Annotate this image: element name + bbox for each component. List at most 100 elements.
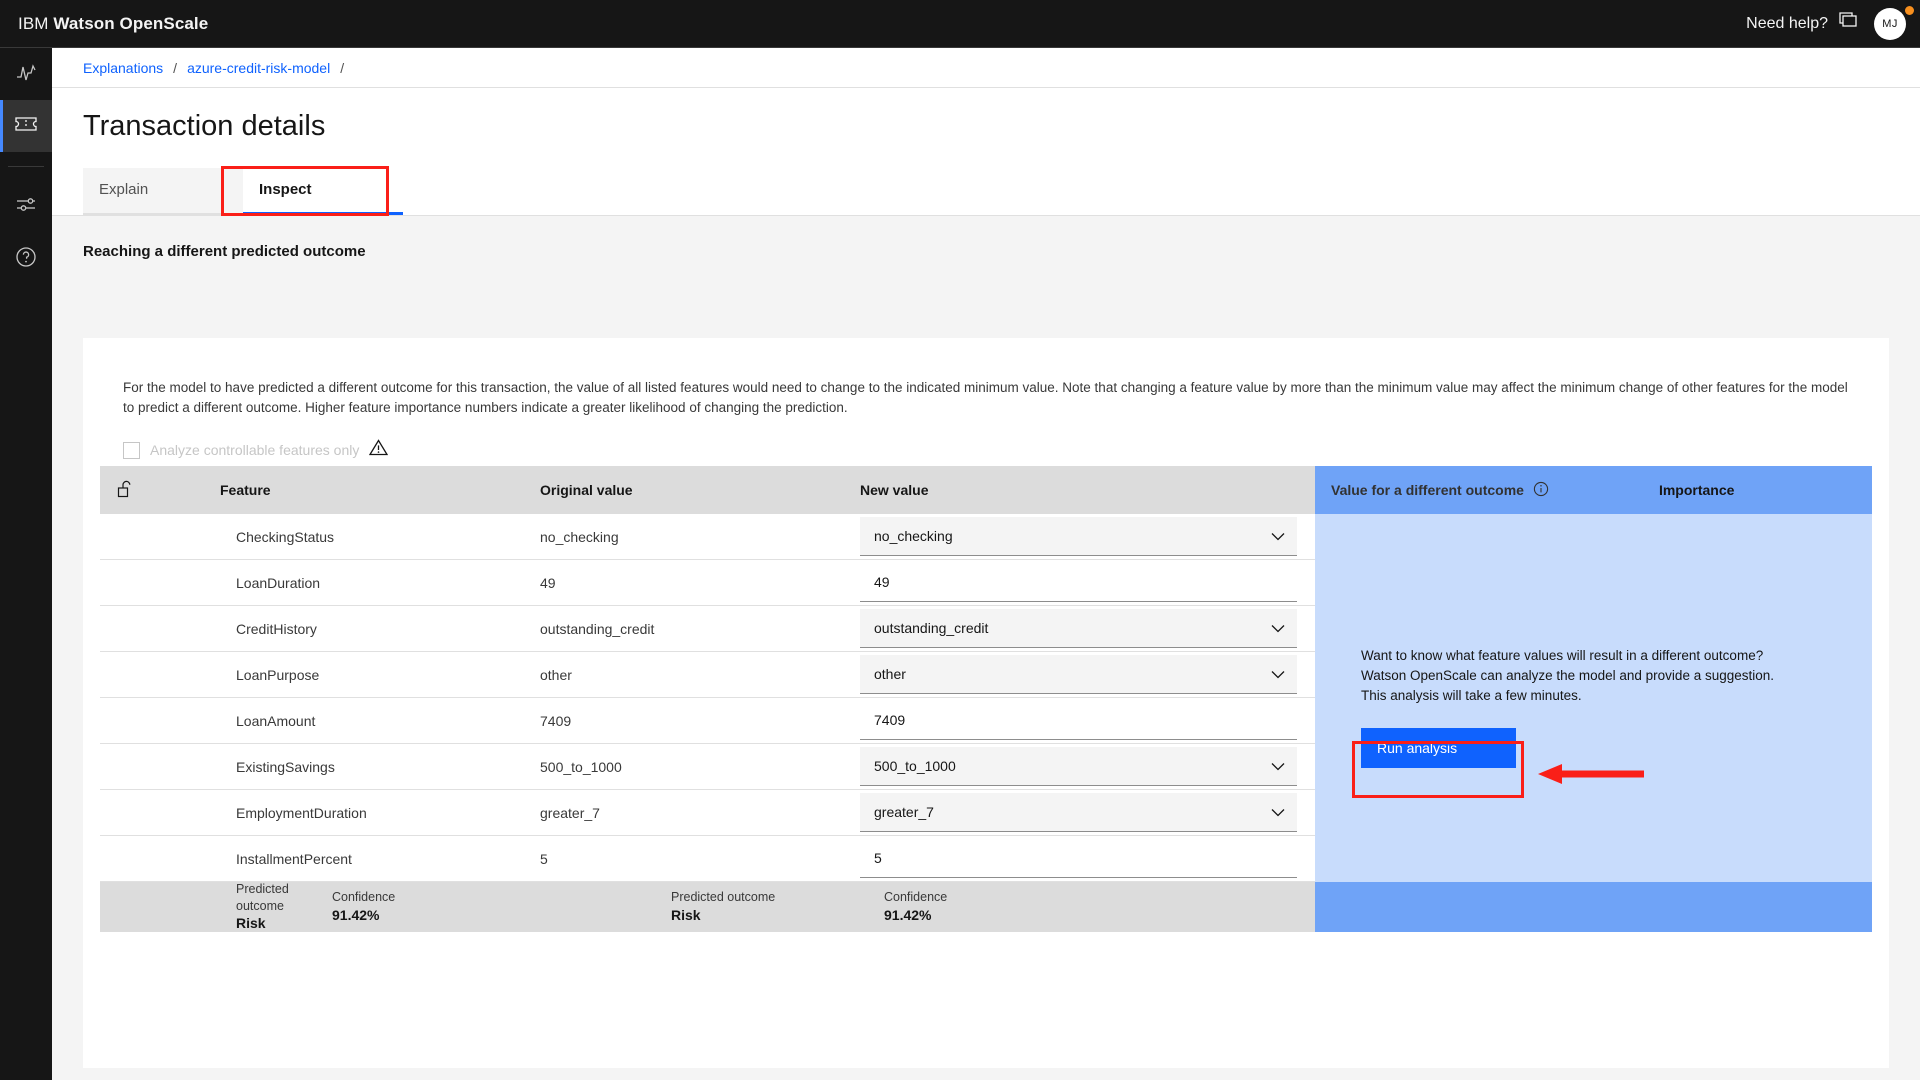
new-value-select[interactable]: 500_to_1000 bbox=[860, 747, 1297, 786]
new-value-input[interactable]: 7409 bbox=[860, 701, 1297, 740]
warning-triangle-icon[interactable] bbox=[369, 439, 388, 461]
table-row: CreditHistory outstanding_credit outstan… bbox=[100, 606, 1315, 652]
controllable-features-checkbox-row: Analyze controllable features only bbox=[83, 417, 1889, 461]
original-value: no_checking bbox=[540, 529, 860, 545]
user-avatar[interactable]: MJ bbox=[1874, 8, 1906, 40]
new-value-select-text: other bbox=[874, 666, 906, 682]
table-row: LoanPurpose other other bbox=[100, 652, 1315, 698]
new-value-select[interactable]: greater_7 bbox=[860, 793, 1297, 832]
sidebar-item-help[interactable] bbox=[0, 233, 52, 285]
section-description: For the model to have predicted a differ… bbox=[83, 338, 1889, 417]
original-value: 7409 bbox=[540, 713, 860, 729]
tab-bar: Explain Inspect bbox=[52, 166, 1920, 216]
counterfactual-table: Feature Original value New value Value f… bbox=[100, 466, 1872, 932]
summary-outcome-value: Risk bbox=[236, 914, 332, 933]
summary-confidence-value: 91.42% bbox=[884, 906, 1134, 925]
new-value-column-header[interactable]: New value bbox=[860, 482, 1315, 498]
new-value-select-text: no_checking bbox=[874, 528, 953, 544]
new-value-cell: other bbox=[860, 655, 1315, 694]
sliders-icon bbox=[15, 194, 37, 221]
breadcrumb: Explanations / azure-credit-risk-model / bbox=[52, 48, 1920, 88]
summary-left: Predicted outcome Risk Confidence 91.42%… bbox=[100, 882, 1315, 932]
table-left-columns: CheckingStatus no_checking no_checking bbox=[100, 514, 1315, 882]
new-value-select[interactable]: no_checking bbox=[860, 517, 1297, 556]
sidebar-item-configure[interactable] bbox=[0, 181, 52, 233]
feature-name: EmploymentDuration bbox=[220, 805, 540, 821]
value-for-different-outcome-label: Value for a different outcome bbox=[1331, 482, 1524, 498]
run-analysis-text: Want to know what feature values will re… bbox=[1315, 514, 1872, 768]
sidebar-item-monitoring[interactable] bbox=[0, 48, 52, 100]
lock-column-header[interactable] bbox=[100, 479, 220, 502]
summary-confidence-value: 91.42% bbox=[332, 906, 652, 925]
table-header-row: Feature Original value New value Value f… bbox=[100, 466, 1872, 514]
new-value-select-text: greater_7 bbox=[874, 804, 934, 820]
summary-outcome-label: Predicted outcome bbox=[236, 881, 332, 915]
tab-inspect[interactable]: Inspect bbox=[243, 168, 403, 215]
feature-name: LoanPurpose bbox=[220, 667, 540, 683]
feature-name: InstallmentPercent bbox=[220, 851, 540, 867]
new-value-cell: no_checking bbox=[860, 517, 1315, 556]
brand-ibm: IBM bbox=[18, 14, 49, 33]
info-icon[interactable] bbox=[1533, 481, 1549, 500]
ticket-icon bbox=[14, 114, 38, 139]
sidebar-item-explanations[interactable] bbox=[0, 100, 52, 152]
feature-name: CreditHistory bbox=[220, 621, 540, 637]
page-title: Transaction details bbox=[83, 110, 1920, 143]
new-value-select-text: outstanding_credit bbox=[874, 620, 988, 636]
run-analysis-button-wrapper: Run analysis bbox=[1361, 728, 1561, 768]
summary-right-blue bbox=[1315, 882, 1872, 932]
new-value-input[interactable]: 5 bbox=[860, 839, 1297, 878]
new-value-input[interactable]: 49 bbox=[860, 563, 1297, 602]
outcome-columns-header: Value for a different outcome Importance bbox=[1315, 466, 1872, 514]
rail-divider bbox=[8, 166, 44, 167]
value-for-different-outcome-header: Value for a different outcome bbox=[1315, 481, 1549, 500]
original-value: outstanding_credit bbox=[540, 621, 860, 637]
run-analysis-line-3: This analysis will take a few minutes. bbox=[1361, 686, 1872, 706]
breadcrumb-separator-1: / bbox=[173, 60, 177, 76]
run-analysis-panel: Want to know what feature values will re… bbox=[1315, 514, 1872, 882]
breadcrumb-item-explanations[interactable]: Explanations bbox=[83, 60, 163, 76]
tab-explain[interactable]: Explain bbox=[83, 168, 243, 215]
new-value-cell: 7409 bbox=[860, 701, 1315, 740]
top-bar-actions: Need help? MJ bbox=[1740, 0, 1920, 47]
chevron-down-icon bbox=[1271, 620, 1285, 636]
original-value: greater_7 bbox=[540, 805, 860, 821]
feature-column-header[interactable]: Feature bbox=[220, 482, 540, 498]
feature-name: ExistingSavings bbox=[220, 759, 540, 775]
new-value-select[interactable]: other bbox=[860, 655, 1297, 694]
run-analysis-button[interactable]: Run analysis bbox=[1361, 728, 1516, 768]
original-value-column-header[interactable]: Original value bbox=[540, 482, 860, 498]
need-help-button[interactable]: Need help? bbox=[1740, 0, 1864, 47]
summary-original-outcome: Predicted outcome Risk bbox=[100, 881, 332, 934]
table-row: CheckingStatus no_checking no_checking bbox=[100, 514, 1315, 560]
new-value-cell: 49 bbox=[860, 563, 1315, 602]
table-row: LoanDuration 49 49 bbox=[100, 560, 1315, 606]
table-row: InstallmentPercent 5 5 bbox=[100, 836, 1315, 882]
original-value: 49 bbox=[540, 575, 860, 591]
summary-new-confidence: Confidence 91.42% bbox=[884, 889, 1134, 925]
summary-outcome-label: Predicted outcome bbox=[671, 889, 884, 906]
help-icon bbox=[15, 246, 37, 273]
original-value: other bbox=[540, 667, 860, 683]
brand-product: Watson OpenScale bbox=[53, 14, 208, 33]
page-header: Transaction details bbox=[52, 88, 1920, 166]
need-help-label: Need help? bbox=[1746, 15, 1828, 33]
feature-name: LoanDuration bbox=[220, 575, 540, 591]
table-body: CheckingStatus no_checking no_checking bbox=[100, 514, 1872, 882]
new-value-select[interactable]: outstanding_credit bbox=[860, 609, 1297, 648]
analyze-controllable-features-checkbox[interactable] bbox=[123, 442, 140, 459]
app-brand[interactable]: IBM Watson OpenScale bbox=[0, 14, 208, 34]
new-value-cell: 5 bbox=[860, 839, 1315, 878]
inspect-card: For the model to have predicted a differ… bbox=[83, 338, 1889, 1068]
summary-new-outcome: Predicted outcome Risk bbox=[652, 889, 884, 925]
top-navigation-bar: IBM Watson OpenScale Need help? MJ bbox=[0, 0, 1920, 48]
breadcrumb-item-model[interactable]: azure-credit-risk-model bbox=[187, 60, 330, 76]
analyze-controllable-features-label: Analyze controllable features only bbox=[150, 442, 359, 458]
summary-original-confidence: Confidence 91.42% bbox=[332, 889, 652, 925]
summary-confidence-label: Confidence bbox=[884, 889, 1134, 906]
tab-inspect-label: Inspect bbox=[259, 181, 312, 198]
chevron-down-icon bbox=[1271, 666, 1285, 682]
chevron-down-icon bbox=[1271, 804, 1285, 820]
chat-bubble-icon bbox=[1838, 12, 1858, 35]
unlock-icon bbox=[116, 479, 133, 499]
